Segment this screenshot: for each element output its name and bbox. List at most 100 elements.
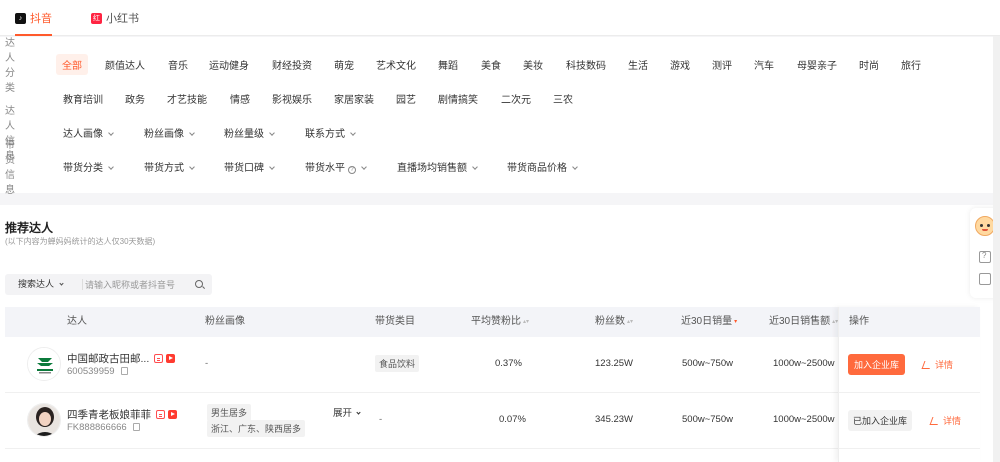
- category-chip[interactable]: 音乐: [162, 54, 194, 75]
- add-to-library-button[interactable]: 加入企业库: [848, 354, 906, 375]
- category-chip[interactable]: 情感: [224, 88, 256, 109]
- dropdown-fan-profile[interactable]: 粉丝画像: [144, 125, 195, 140]
- expand-toggle[interactable]: 展开: [333, 405, 361, 419]
- category-chip[interactable]: 母婴亲子: [791, 54, 843, 75]
- douyin-badge-icon: [166, 354, 176, 363]
- category-chip[interactable]: 美食: [475, 54, 507, 75]
- category-chip[interactable]: 美妆: [517, 54, 549, 75]
- category-chip[interactable]: 才艺技能: [161, 88, 213, 109]
- category-chip[interactable]: 萌宠: [328, 54, 360, 75]
- category-chip[interactable]: 家居家装: [328, 88, 380, 109]
- chevron-down-icon: [108, 129, 114, 136]
- avatar[interactable]: [27, 347, 61, 381]
- col-fans[interactable]: 粉丝数 ▴▾: [595, 307, 633, 337]
- douyin-badge-icon: [168, 410, 177, 419]
- dropdown-sales-level[interactable]: 带货水平?: [305, 159, 367, 174]
- category-chip[interactable]: 艺术文化: [370, 54, 422, 75]
- category-chip[interactable]: 园艺: [390, 88, 422, 109]
- detail-label: 详情: [935, 360, 954, 370]
- search-divider: [82, 279, 83, 290]
- dropdown-sales-reputation[interactable]: 带货口碑: [224, 159, 275, 174]
- table-header: 达人 粉丝画像 带货类目 平均赞粉比 ▴▾ 粉丝数 ▴▾ 近30日销量 ▾ 近30日销…: [5, 307, 980, 337]
- category-chip[interactable]: 旅行: [895, 54, 927, 75]
- dropdown-fan-level[interactable]: 粉丝量级: [224, 125, 275, 140]
- filter-panel: 达人分类 全部 颜值达人 音乐 运动健身 财经投资 萌宠 艺术文化 舞蹈 美食 …: [0, 37, 1000, 196]
- avatar[interactable]: [27, 403, 61, 437]
- category-chip[interactable]: 政务: [119, 88, 151, 109]
- revenue-30d: 1000w~2500w: [773, 358, 835, 369]
- assistant-mascot-icon[interactable]: [975, 216, 995, 236]
- tab-xiaohongshu[interactable]: 红 小红书: [91, 0, 139, 36]
- search-type-select[interactable]: 搜索达人: [18, 274, 64, 295]
- chevron-down-icon: [269, 129, 275, 136]
- fan-tag: 浙江、广东、陕西居多: [207, 420, 306, 437]
- detail-link[interactable]: 详情: [921, 358, 954, 371]
- scrollbar[interactable]: [993, 36, 1000, 462]
- dropdown-label: 带货分类: [63, 162, 103, 174]
- chevron-down-icon: [269, 163, 275, 170]
- dropdown-influencer-profile[interactable]: 达人画像: [63, 125, 114, 140]
- chevron-down-icon: [361, 163, 367, 170]
- dropdown-label: 带货水平: [305, 162, 345, 174]
- like-fan-ratio: 0.37%: [495, 358, 522, 369]
- sort-icon: ▴▾: [832, 319, 839, 325]
- dropdown-sales-method[interactable]: 带货方式: [144, 159, 195, 174]
- category-chip[interactable]: 运动健身: [203, 54, 255, 75]
- category-chip[interactable]: 影视娱乐: [266, 88, 318, 109]
- chevron-down-icon: [189, 163, 195, 170]
- dropdown-live-avg-sales[interactable]: 直播场均销售额: [397, 159, 478, 174]
- col-influencer: 达人: [67, 316, 87, 327]
- copy-icon[interactable]: [120, 367, 128, 375]
- chevron-down-icon: [350, 129, 356, 136]
- section-title: 推荐达人: [5, 221, 54, 235]
- category-chip-all[interactable]: 全部: [56, 53, 88, 75]
- category-chip[interactable]: 游戏: [664, 54, 696, 75]
- category-chip[interactable]: 财经投资: [266, 54, 318, 75]
- added-to-library-button[interactable]: 已加入企业库: [848, 410, 913, 431]
- dropdown-label: 粉丝量级: [224, 128, 264, 140]
- influencer-name[interactable]: 中国邮政古田邮...: [67, 351, 176, 366]
- category-chip[interactable]: 汽车: [748, 54, 780, 75]
- section-subtitle: (以下内容为蝉妈妈统计的达人仅30天数据): [5, 237, 156, 246]
- col-label: 粉丝数: [595, 316, 625, 327]
- category-chip[interactable]: 科技数码: [560, 54, 612, 75]
- sales-30d: 500w~750w: [682, 414, 733, 425]
- category-chip[interactable]: 剧情搞笑: [432, 88, 484, 109]
- table-row: 四季青老板娘菲菲 FK888866666 男生居多 浙江、广东、陕西居多 展开 …: [5, 393, 980, 449]
- sort-icon: ▴▾: [627, 319, 634, 325]
- dropdown-label: 带货方式: [144, 162, 184, 174]
- search-input[interactable]: [85, 276, 190, 293]
- chevron-down-icon: [472, 163, 478, 170]
- influencer-id: FK888866666: [67, 422, 140, 433]
- influencer-name[interactable]: 四季青老板娘菲菲: [67, 407, 177, 422]
- book-icon[interactable]: [979, 273, 991, 285]
- search-type-label: 搜索达人: [18, 279, 55, 289]
- detail-link[interactable]: 详情: [929, 414, 961, 427]
- trend-icon: [929, 417, 941, 425]
- dropdown-label: 直播场均销售额: [397, 162, 467, 174]
- expand-label: 展开: [333, 408, 353, 419]
- col-sales-30d[interactable]: 近30日销量 ▾: [681, 307, 737, 337]
- col-revenue-30d[interactable]: 近30日销售额 ▴▾: [769, 307, 838, 337]
- tab-douyin[interactable]: ♪ 抖音: [15, 0, 52, 36]
- col-like-fan-ratio[interactable]: 平均赞粉比 ▴▾: [471, 307, 529, 337]
- copy-icon[interactable]: [132, 423, 140, 431]
- category-chip[interactable]: 测评: [706, 54, 738, 75]
- help-icon[interactable]: ?: [979, 251, 991, 263]
- dropdown-contact[interactable]: 联系方式: [305, 125, 356, 140]
- dropdown-label: 带货口碑: [224, 162, 264, 174]
- category-chip[interactable]: 二次元: [495, 88, 537, 109]
- dropdown-sales-category[interactable]: 带货分类: [63, 159, 114, 174]
- category-chip[interactable]: 时尚: [853, 54, 885, 75]
- platform-tabs: ♪ 抖音 红 小红书: [0, 0, 1000, 36]
- category-chip[interactable]: 三农: [547, 88, 579, 109]
- sort-icon-active: ▾: [734, 319, 738, 325]
- category-chip[interactable]: 舞蹈: [432, 54, 464, 75]
- influencer-id-text: FK888866666: [67, 422, 127, 433]
- search-icon[interactable]: [195, 280, 203, 288]
- category-chip[interactable]: 颜值达人: [99, 54, 151, 75]
- dropdown-product-price[interactable]: 带货商品价格: [507, 159, 578, 174]
- category-chip[interactable]: 生活: [622, 54, 654, 75]
- category-chip[interactable]: 教育培训: [57, 88, 109, 109]
- fan-profile: -: [205, 358, 209, 369]
